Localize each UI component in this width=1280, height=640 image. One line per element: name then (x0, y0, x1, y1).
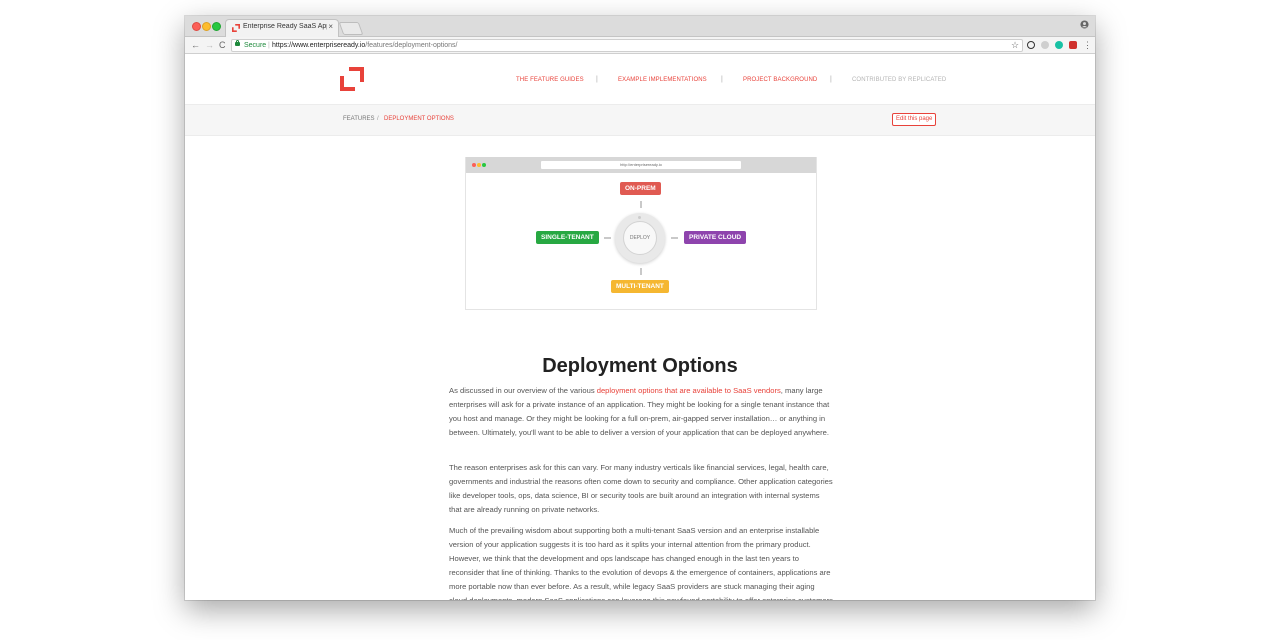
article-paragraph-1: As discussed in our overview of the vari… (449, 384, 833, 440)
nav-separator: | (596, 76, 598, 83)
deployment-options-illustration: http://enterpriseready.io ON-PREM SINGLE… (465, 157, 817, 310)
dial-indicator (638, 216, 641, 219)
on-prem-label: ON-PREM (620, 182, 661, 195)
forward-button[interactable]: → (205, 39, 214, 51)
browser-tab[interactable]: Enterprise Ready SaaS App Gu × (225, 19, 339, 37)
single-tenant-label: SINGLE-TENANT (536, 231, 599, 244)
connector-line (604, 237, 611, 239)
extension-2-icon[interactable] (1041, 41, 1049, 49)
article-paragraph-2: The reason enterprises ask for this can … (449, 463, 833, 514)
maximize-window-button[interactable] (212, 22, 221, 31)
bookmark-star-icon[interactable]: ☆ (1011, 39, 1019, 51)
private-cloud-label: PRIVATE CLOUD (684, 231, 747, 244)
address-bar[interactable]: Secure | https://www.enterpriseready.io/… (231, 39, 1023, 52)
connector-line (640, 268, 642, 275)
secure-label: Secure (244, 42, 267, 49)
illustration-dot (482, 163, 486, 167)
deployment-options-link[interactable]: deployment options that are available to… (597, 386, 781, 395)
breadcrumb-current[interactable]: DEPLOYMENT OPTIONS (384, 116, 454, 122)
connector-line (640, 201, 642, 208)
minimize-window-button[interactable] (202, 22, 211, 31)
nav-separator: | (830, 76, 832, 83)
back-button[interactable]: ← (191, 39, 200, 51)
close-window-button[interactable] (192, 22, 201, 31)
url-path: /features/deployment-options/ (365, 42, 458, 49)
url-host: https://www.enterpriseready.io (272, 42, 366, 49)
nav-feature-guides[interactable]: THE FEATURE GUIDES (516, 77, 584, 83)
illustration-browser-bar: http://enterpriseready.io (466, 157, 816, 173)
breadcrumb-separator: / (377, 116, 379, 122)
illustration-dot (472, 163, 476, 167)
tab-title: Enterprise Ready SaaS App Gu (243, 23, 327, 30)
article-paragraph-3: Much of the prevailing wisdom about supp… (449, 526, 833, 600)
illustration-dot (477, 163, 481, 167)
browser-menu-icon[interactable]: ⋮ (1083, 39, 1092, 51)
profile-icon[interactable] (1080, 20, 1089, 29)
deploy-dial: DEPLOY (615, 213, 665, 263)
site-favicon-icon (232, 24, 240, 32)
connector-line (671, 237, 678, 239)
nav-project-background[interactable]: PROJECT BACKGROUND (743, 77, 817, 83)
nav-contributed-by[interactable]: CONTRIBUTED BY REPLICATED (852, 77, 946, 83)
tab-close-icon[interactable]: × (328, 22, 333, 31)
nav-example-implementations[interactable]: EXAMPLE IMPLEMENTATIONS (618, 77, 707, 83)
site-header: THE FEATURE GUIDES | EXAMPLE IMPLEMENTAT… (185, 54, 1095, 104)
web-page: THE FEATURE GUIDES | EXAMPLE IMPLEMENTAT… (185, 54, 1095, 600)
url-text[interactable]: https://www.enterpriseready.io/features/… (272, 40, 457, 51)
lock-icon (235, 40, 240, 46)
extension-3-icon[interactable] (1055, 41, 1063, 49)
url-separator: | (268, 42, 270, 49)
reload-button[interactable]: C (219, 39, 226, 51)
ublock-shield-icon[interactable] (1069, 41, 1077, 49)
page-title: Deployment Options (542, 355, 738, 377)
browser-window: Enterprise Ready SaaS App Gu × ← → C Sec… (185, 16, 1095, 600)
breadcrumb: FEATURES / DEPLOYMENT OPTIONS Edit this … (185, 104, 1095, 136)
enterpriseready-logo-icon[interactable] (339, 66, 365, 92)
paragraph-text: As discussed in our overview of the vari… (449, 386, 597, 395)
extension-1-icon[interactable] (1027, 41, 1035, 49)
browser-toolbar: ← → C Secure | https://www.enterpriserea… (185, 37, 1095, 54)
tab-strip: Enterprise Ready SaaS App Gu × (185, 16, 1095, 37)
multi-tenant-label: MULTI-TENANT (611, 280, 669, 293)
edit-page-button[interactable]: Edit this page (892, 113, 937, 126)
breadcrumb-features[interactable]: FEATURES (343, 116, 375, 122)
deploy-label: DEPLOY (623, 221, 657, 255)
new-tab-button[interactable] (338, 22, 364, 35)
illustration-url: http://enterpriseready.io (541, 161, 741, 169)
nav-separator: | (721, 76, 723, 83)
